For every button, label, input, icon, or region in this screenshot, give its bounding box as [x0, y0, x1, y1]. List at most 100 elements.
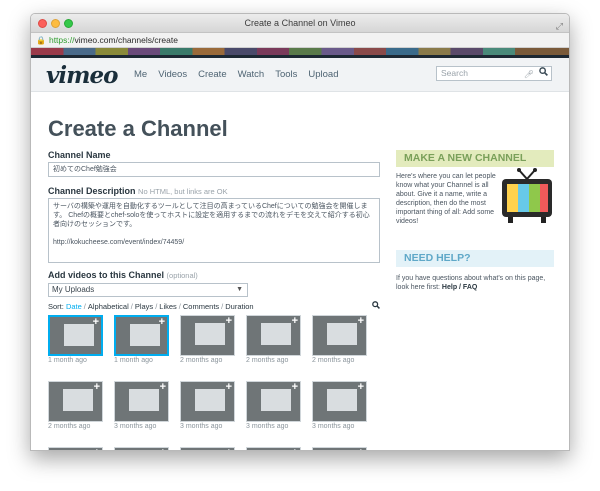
- video-thumbnail-image: +: [312, 315, 367, 356]
- projector-screen-shape: [261, 389, 291, 411]
- add-plus-icon[interactable]: +: [226, 316, 232, 327]
- projector-screen-shape: [129, 389, 159, 411]
- video-thumbnail[interactable]: +2 months ago: [180, 315, 235, 364]
- add-plus-icon[interactable]: +: [160, 382, 166, 393]
- video-thumbnail[interactable]: +1 month ago: [48, 315, 103, 364]
- add-plus-icon[interactable]: +: [292, 382, 298, 393]
- video-thumbnail[interactable]: +: [180, 447, 235, 450]
- zoom-window-button[interactable]: [64, 19, 73, 28]
- add-plus-icon[interactable]: +: [292, 316, 298, 327]
- add-plus-icon[interactable]: +: [226, 382, 232, 393]
- sort-date[interactable]: Date: [66, 302, 82, 311]
- video-age-label: 1 month ago: [48, 357, 87, 364]
- sort-likes[interactable]: Likes: [159, 302, 177, 311]
- video-thumbnail-image: +: [48, 447, 103, 450]
- help-faq-link[interactable]: Help / FAQ: [442, 284, 477, 291]
- add-plus-icon[interactable]: +: [358, 382, 364, 393]
- video-age-label: 3 months ago: [114, 423, 157, 430]
- video-thumbnail-image: +: [246, 447, 301, 450]
- add-plus-icon[interactable]: +: [358, 448, 364, 450]
- nav-item-videos[interactable]: Videos: [158, 69, 187, 80]
- add-plus-icon[interactable]: +: [292, 448, 298, 450]
- video-thumbnail-image: +: [180, 447, 235, 450]
- uploads-select-value: My Uploads: [52, 285, 95, 294]
- make-channel-text: Here's where you can let people know wha…: [396, 173, 496, 225]
- nav-item-create[interactable]: Create: [198, 69, 227, 80]
- video-thumbnail-image: +: [246, 315, 301, 356]
- video-thumbnail[interactable]: +3 months ago: [246, 381, 301, 430]
- video-search-icon[interactable]: [372, 301, 380, 311]
- help-text: If you have questions about what's on th…: [396, 274, 556, 292]
- video-thumbnail[interactable]: +2 months ago: [246, 315, 301, 364]
- video-age-label: 2 months ago: [180, 357, 223, 364]
- minimize-window-button[interactable]: [51, 19, 60, 28]
- sort-duration[interactable]: Duration: [225, 302, 253, 311]
- chevron-down-icon: ▼: [236, 286, 243, 293]
- video-thumbnail-image: +: [180, 315, 235, 356]
- description-label: Channel Description No HTML, but links a…: [48, 186, 228, 196]
- video-thumbnail[interactable]: +: [312, 447, 367, 450]
- video-thumbnail[interactable]: +1 month ago: [114, 315, 169, 364]
- uploads-select[interactable]: My Uploads ▼: [48, 283, 248, 297]
- video-thumbnail[interactable]: +: [246, 447, 301, 450]
- window-title: Create a Channel on Vimeo: [244, 18, 356, 28]
- video-thumbnail-image: +: [180, 381, 235, 422]
- add-videos-hint: (optional): [166, 271, 198, 280]
- channel-name-input[interactable]: 初めてのChef勉強会: [48, 162, 380, 177]
- add-plus-icon[interactable]: +: [94, 448, 100, 450]
- add-plus-icon[interactable]: +: [159, 317, 165, 328]
- add-plus-icon[interactable]: +: [94, 382, 100, 393]
- window-controls: [38, 19, 73, 28]
- need-help-heading: NEED HELP?: [396, 250, 554, 267]
- projector-screen-shape: [261, 323, 291, 345]
- address-bar[interactable]: 🔒 https://vimeo.com/channels/create: [31, 33, 569, 48]
- description-hint: No HTML, but links are OK: [138, 187, 228, 196]
- video-thumbnail[interactable]: +2 months ago: [48, 381, 103, 430]
- nav-item-tools[interactable]: Tools: [275, 69, 297, 80]
- nav-item-watch[interactable]: Watch: [238, 69, 265, 80]
- video-thumbnail[interactable]: +3 months ago: [312, 381, 367, 430]
- add-plus-icon[interactable]: +: [93, 317, 99, 328]
- search-icon[interactable]: [539, 67, 548, 80]
- video-thumbnail-image: +: [246, 381, 301, 422]
- search-input[interactable]: Search 🎤︎: [436, 66, 552, 81]
- microphone-icon[interactable]: 🎤︎: [524, 68, 534, 81]
- sort-comments[interactable]: Comments: [183, 302, 219, 311]
- vimeo-logo[interactable]: vimeo: [46, 62, 118, 89]
- video-thumbnail-image: +: [114, 447, 169, 450]
- video-thumbnail-image: +: [114, 315, 169, 356]
- sort-plays[interactable]: Plays: [135, 302, 153, 311]
- add-videos-label-text: Add videos to this Channel: [48, 270, 165, 280]
- video-thumbnail[interactable]: +: [48, 447, 103, 450]
- close-window-button[interactable]: [38, 19, 47, 28]
- video-thumbnail-image: +: [48, 381, 103, 422]
- video-thumbnail[interactable]: +: [114, 447, 169, 450]
- lock-icon: 🔒: [36, 36, 46, 45]
- description-textarea[interactable]: サーバの構築や運用を自動化するツールとして注目の高まっているChefについての勉…: [48, 198, 380, 263]
- title-bar: Create a Channel on Vimeo ⤢: [31, 14, 569, 33]
- video-age-label: 3 months ago: [246, 423, 289, 430]
- video-thumbnail[interactable]: +2 months ago: [312, 315, 367, 364]
- projector-screen-shape: [130, 324, 160, 346]
- nav-item-me[interactable]: Me: [134, 69, 147, 80]
- video-age-label: 2 months ago: [48, 423, 91, 430]
- main-content: Create a Channel Channel Name 初めてのChef勉強…: [31, 112, 569, 450]
- video-thumbnail[interactable]: +3 months ago: [180, 381, 235, 430]
- video-thumbnail-image: +: [312, 381, 367, 422]
- add-plus-icon[interactable]: +: [160, 448, 166, 450]
- header-color-strip: [31, 48, 569, 55]
- browser-window: Create a Channel on Vimeo ⤢ 🔒 https://vim…: [30, 13, 570, 451]
- projector-screen-shape: [327, 323, 357, 345]
- add-plus-icon[interactable]: +: [358, 316, 364, 327]
- sort-options: Sort: Date / Alphabetical / Plays / Likes / Comm…: [48, 302, 254, 311]
- sort-alphabetical[interactable]: Alphabetical: [88, 302, 129, 311]
- video-age-label: 2 months ago: [246, 357, 289, 364]
- channel-name-label: Channel Name: [48, 150, 111, 160]
- video-thumbnail[interactable]: +3 months ago: [114, 381, 169, 430]
- video-age-label: 2 months ago: [312, 357, 355, 364]
- site-header: vimeo Me Videos Create Watch Tools Uploa…: [31, 58, 569, 92]
- fullscreen-icon[interactable]: ⤢: [556, 17, 563, 36]
- nav-item-upload[interactable]: Upload: [308, 69, 338, 80]
- add-plus-icon[interactable]: +: [226, 448, 232, 450]
- make-channel-heading: MAKE A NEW CHANNEL: [396, 150, 554, 167]
